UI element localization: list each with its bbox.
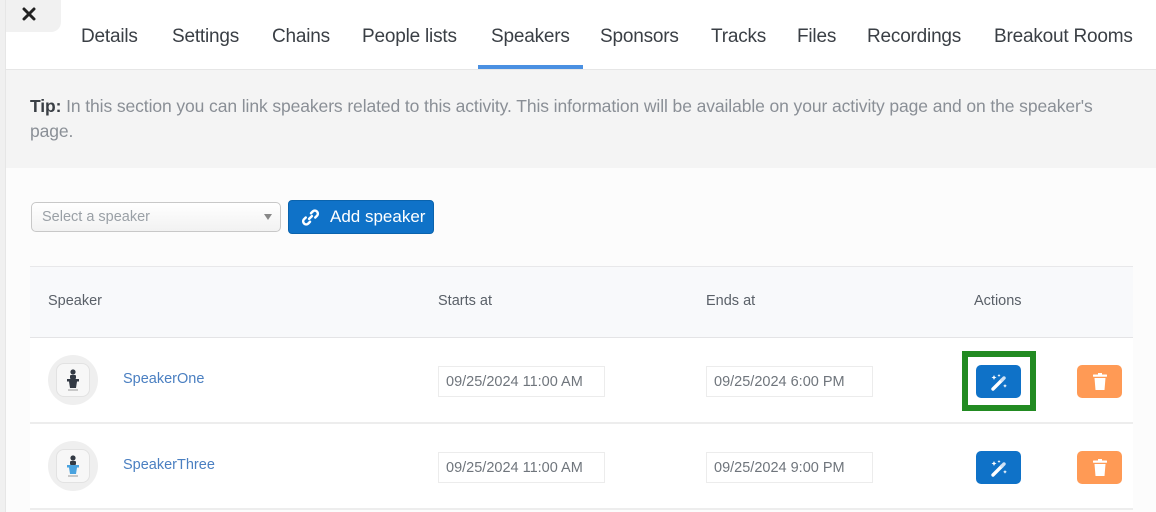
tab-speakers[interactable]: Speakers (491, 26, 570, 48)
header-ends-at: Ends at (706, 293, 756, 309)
speaker-select[interactable]: Select a speaker (31, 202, 281, 232)
delete-speaker-button[interactable] (1077, 451, 1122, 484)
table-row: SpeakerThree (30, 424, 1133, 510)
ends-at-input[interactable] (706, 452, 873, 483)
close-button[interactable] (6, 0, 61, 32)
link-icon (301, 208, 320, 226)
tab-people-lists[interactable]: People lists (362, 26, 457, 48)
table-row: SpeakerOne (30, 338, 1133, 424)
starts-at-input[interactable] (438, 366, 605, 397)
add-speaker-button[interactable]: Add speaker (288, 200, 434, 234)
tab-chains[interactable]: Chains (272, 26, 330, 48)
close-icon (22, 7, 35, 21)
active-tab-indicator (478, 65, 583, 69)
speaker-select-placeholder: Select a speaker (42, 209, 151, 225)
header-actions: Actions (974, 293, 1022, 309)
activity-speakers-panel: Details Settings Chains People lists Spe… (6, 0, 1156, 512)
tab-settings[interactable]: Settings (172, 26, 239, 48)
speakers-table: Speaker Starts at Ends at Actions Speake… (30, 266, 1133, 510)
magic-wand-icon (990, 459, 1007, 477)
table-header: Speaker Starts at Ends at Actions (30, 266, 1133, 338)
edit-speaker-button[interactable] (976, 451, 1021, 484)
tab-files[interactable]: Files (797, 26, 836, 48)
avatar (48, 441, 98, 491)
edit-speaker-button[interactable] (976, 365, 1021, 398)
tab-bar: Details Settings Chains People lists Spe… (6, 0, 1156, 70)
tip-box: Tip: In this section you can link speake… (6, 70, 1156, 168)
tab-sponsors[interactable]: Sponsors (600, 26, 679, 48)
avatar (48, 355, 98, 405)
ends-at-input[interactable] (706, 366, 873, 397)
trash-icon (1092, 458, 1107, 476)
delete-speaker-button[interactable] (1077, 365, 1122, 398)
tip-text: In this section you can link speakers re… (30, 96, 1093, 141)
header-starts-at: Starts at (438, 293, 492, 309)
add-speaker-label: Add speaker (330, 207, 426, 226)
tip-label: Tip: (30, 96, 62, 116)
podium-speaker-icon (67, 455, 79, 477)
tab-recordings[interactable]: Recordings (867, 26, 961, 48)
header-speaker: Speaker (48, 293, 103, 309)
speaker-name-link[interactable]: SpeakerThree (123, 457, 215, 473)
speaker-name-link[interactable]: SpeakerOne (123, 371, 204, 387)
podium-speaker-icon (67, 369, 79, 391)
starts-at-input[interactable] (438, 452, 605, 483)
magic-wand-icon (990, 373, 1007, 391)
trash-icon (1092, 372, 1107, 390)
tab-breakout-rooms[interactable]: Breakout Rooms (994, 26, 1133, 48)
tab-tracks[interactable]: Tracks (711, 26, 766, 48)
tab-details[interactable]: Details (81, 26, 138, 48)
caret-down-icon (264, 214, 272, 220)
